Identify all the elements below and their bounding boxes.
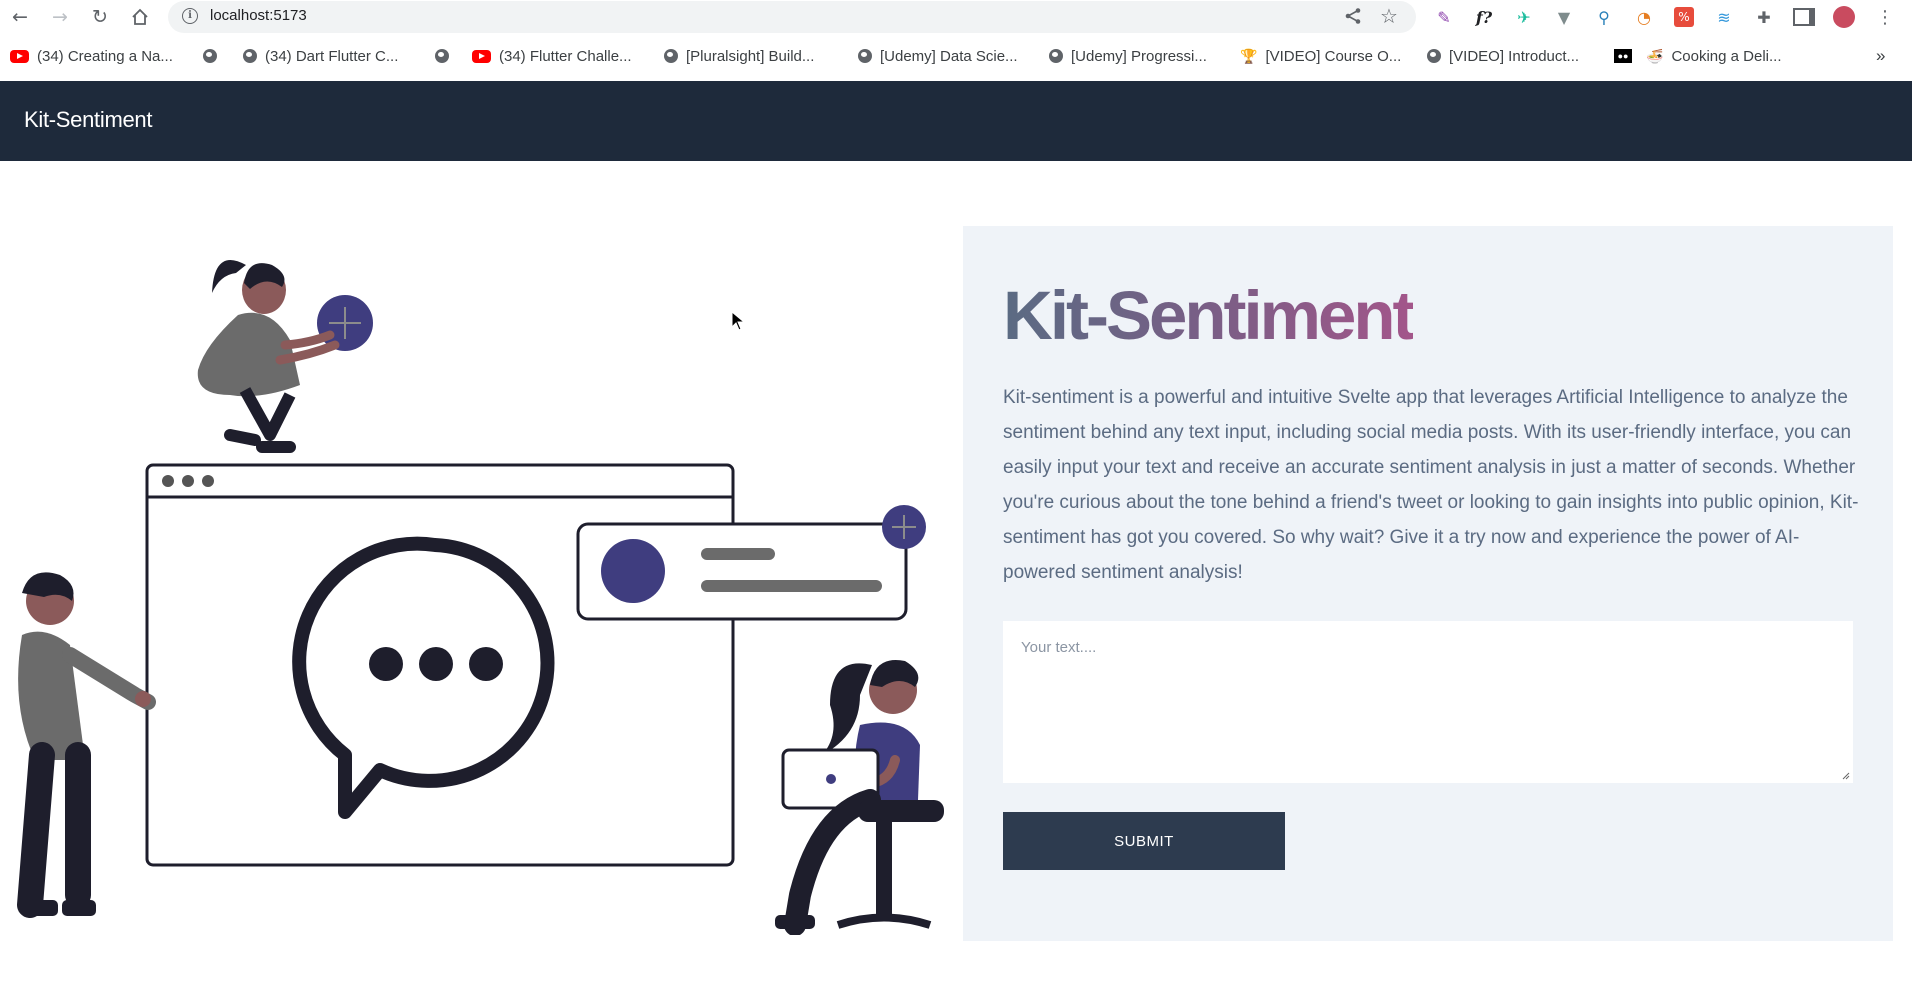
food-icon: 🍜 [1646,47,1664,64]
forward-arrow-icon[interactable]: → [48,5,72,29]
mouse-cursor-icon [731,311,745,331]
text-input-placeholder: Your text.... [1021,639,1097,656]
sentiment-panel: Kit-Sentiment Kit-sentiment is a powerfu… [963,226,1893,941]
profile-avatar[interactable] [1833,6,1855,28]
search-extension-icon[interactable]: ⚲ [1593,6,1615,28]
bird-extension-icon[interactable]: ✈ [1513,6,1535,28]
bookmark-item[interactable]: ●● [1614,45,1632,67]
bookmark-item[interactable]: [Pluralsight] Build... [664,45,814,67]
font-extension-icon[interactable]: f? [1473,6,1495,28]
more-bookmarks-chevron[interactable]: » [1876,45,1885,67]
extensions-puzzle-icon[interactable]: ✚ [1753,6,1775,28]
medium-icon: ●● [1614,49,1632,63]
resize-grip-icon[interactable] [1842,772,1850,780]
bookmark-item[interactable]: (34) Creating a Na... [10,45,173,67]
reload-icon[interactable]: ↻ [88,5,112,29]
side-panel-icon[interactable] [1793,6,1815,28]
brand-logo[interactable]: Kit-Sentiment [24,107,152,133]
vue-extension-icon[interactable]: ▼ [1553,6,1575,28]
timer-extension-icon[interactable]: ◔ [1633,6,1655,28]
home-icon[interactable] [128,5,152,29]
text-input[interactable]: Your text.... [1003,621,1853,783]
bookmark-star-icon[interactable]: ☆ [1380,4,1398,28]
share-icon[interactable] [1344,7,1362,30]
globe-icon [1427,49,1441,63]
submit-button[interactable]: SUBMIT [1003,812,1285,870]
bookmark-item[interactable]: 🍜 Cooking a Deli... [1646,45,1782,67]
globe-icon [435,49,449,63]
back-arrow-icon[interactable]: ← [8,5,32,29]
app-description: Kit-sentiment is a powerful and intuitiv… [1003,387,1859,583]
quill-extension-icon[interactable]: ✎ [1433,6,1455,28]
globe-icon [858,49,872,63]
bookmark-item[interactable] [203,45,217,67]
page-title: Kit-Sentiment [1003,277,1415,354]
bookmark-item[interactable]: (34) Dart Flutter C... [243,45,398,67]
bookmark-item[interactable]: [Udemy] Progressi... [1049,45,1207,67]
app-header: Kit-Sentiment [0,81,1912,161]
youtube-icon [472,49,491,63]
bookmark-item[interactable]: 🏆 [VIDEO] Course O... [1240,45,1401,67]
browser-menu-icon[interactable]: ⋮ [1874,6,1896,28]
address-url[interactable]: localhost:5173 [210,7,307,24]
bookmark-item[interactable]: (34) Flutter Challe... [472,45,632,67]
site-info-icon[interactable]: i [182,8,198,24]
browser-toolbar: ← → ↻ i localhost:5173 ☆ ✎ f? ✈ ▼ ⚲ ◔ % … [0,0,1912,34]
globe-icon [1049,49,1063,63]
globe-icon [243,49,257,63]
youtube-icon [10,49,29,63]
bookmark-item[interactable] [435,45,449,67]
bookmark-item[interactable]: [Udemy] Data Scie... [858,45,1018,67]
percent-extension-icon[interactable]: % [1673,6,1695,28]
wind-extension-icon[interactable]: ≋ [1713,6,1735,28]
globe-icon [664,49,678,63]
bookmark-item[interactable]: [VIDEO] Introduct... [1427,45,1579,67]
chat-illustration [17,259,944,935]
address-bar[interactable]: i localhost:5173 ☆ [168,1,1416,33]
trophy-icon: 🏆 [1240,47,1258,64]
globe-icon [203,49,217,63]
bookmarks-bar: (34) Creating a Na... (34) Dart Flutter … [0,41,1912,73]
